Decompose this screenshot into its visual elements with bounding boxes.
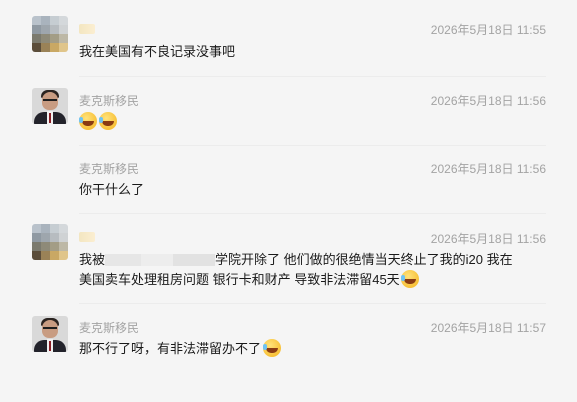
timestamp: 2026年5月18日 11:56	[430, 162, 546, 176]
redacted-text	[173, 254, 216, 266]
sender-name: 麦克斯移民	[79, 321, 140, 335]
divider	[79, 76, 546, 77]
text-fragment: 美国卖车处理租房问题 银行卡和财产 导致非法滞留45天	[79, 272, 400, 287]
divider	[79, 145, 546, 146]
sender-name-blurred	[79, 232, 95, 242]
timestamp: 2026年5月18日 11:56	[430, 94, 546, 108]
text-fragment: 那不行了呀，有非法滞留办不了	[79, 341, 262, 356]
redacted-text	[105, 254, 142, 266]
message-text-line-1: 我被 学院开除了 他们做的很绝情当天终止了我的i20 我在	[79, 250, 513, 269]
laugh-cry-emoji	[400, 270, 419, 288]
redacted-text	[141, 254, 174, 266]
message-text: 你干什么了	[79, 182, 145, 197]
message-5: 麦克斯移民 2026年5月18日 11:57 那不行了呀，有非法滞留办不了	[0, 0, 577, 357]
message-text: 我在美国有不良记录没事吧	[79, 44, 236, 59]
message-emojis	[79, 112, 119, 131]
laugh-cry-emoji	[99, 112, 117, 130]
laugh-cry-emoji	[263, 339, 282, 357]
sender-name: 麦克斯移民	[79, 94, 140, 108]
divider	[79, 303, 546, 304]
message-text: 那不行了呀，有非法滞留办不了	[79, 339, 283, 358]
avatar-max-immigration[interactable]	[32, 316, 68, 352]
text-fragment: 我被	[79, 252, 106, 267]
timestamp: 2026年5月18日 11:57	[430, 321, 546, 335]
avatar-max-immigration[interactable]	[32, 88, 68, 124]
text-fragment: 学院开除了 他们做的很绝情当天终止了我的i20 我在	[215, 252, 513, 267]
avatar-user[interactable]	[32, 224, 68, 260]
message-text-line-2: 美国卖车处理租房问题 银行卡和财产 导致非法滞留45天	[79, 270, 421, 289]
timestamp: 2026年5月18日 11:56	[430, 232, 546, 246]
sender-name: 麦克斯移民	[79, 162, 140, 176]
divider	[79, 213, 546, 214]
laugh-cry-emoji	[79, 112, 97, 130]
